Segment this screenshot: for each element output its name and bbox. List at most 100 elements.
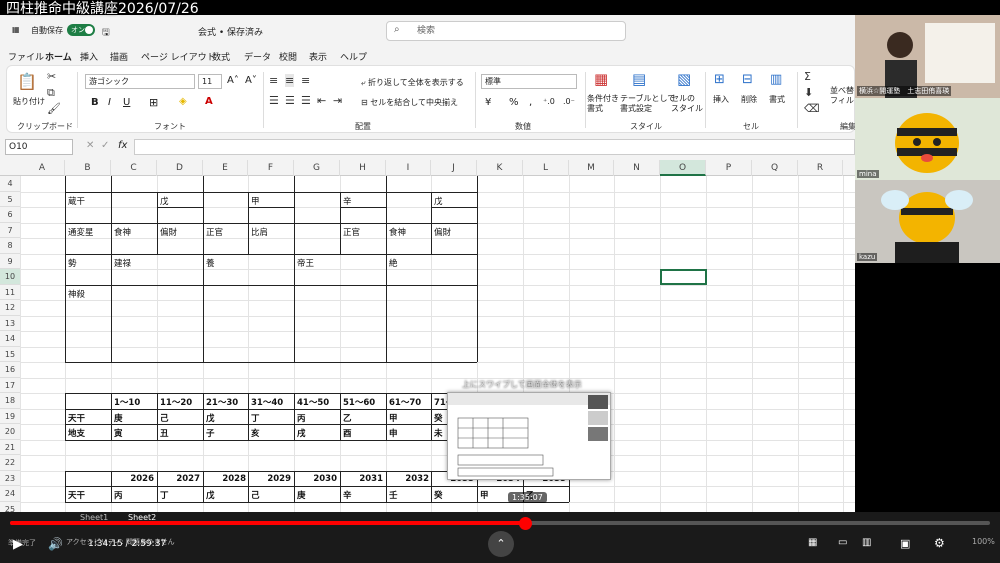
column-header-b[interactable]: B	[65, 160, 111, 176]
captions-icon[interactable]: ▣	[900, 537, 910, 550]
row-header-22[interactable]: 22	[0, 455, 20, 471]
search-input[interactable]: 検索	[386, 21, 626, 41]
underline-icon[interactable]: U	[123, 97, 130, 108]
tab-view[interactable]: 表示	[309, 50, 327, 63]
settings-gear-icon[interactable]: ⚙	[934, 536, 945, 550]
row-header-5[interactable]: 5	[0, 191, 20, 207]
format-painter-icon[interactable]: 🖌	[47, 102, 61, 115]
font-size-select[interactable]: 11	[198, 74, 222, 89]
bold-icon[interactable]: B	[91, 97, 99, 108]
column-header-j[interactable]: J	[431, 160, 477, 176]
number-format-select[interactable]: 標準	[481, 74, 577, 89]
column-header-i[interactable]: I	[386, 160, 431, 176]
row-header-12[interactable]: 12	[0, 300, 20, 316]
column-header-n[interactable]: N	[614, 160, 660, 176]
align-top-icon[interactable]: ≡	[269, 74, 278, 87]
align-center-icon[interactable]: ☰	[285, 94, 295, 107]
copy-icon[interactable]: ⧉	[47, 86, 55, 100]
percent-icon[interactable]: %	[509, 97, 519, 108]
tab-review[interactable]: 校閲	[279, 50, 297, 63]
column-header-d[interactable]: D	[157, 160, 203, 176]
row-header-14[interactable]: 14	[0, 331, 20, 347]
tab-formulas[interactable]: 数式	[212, 50, 230, 63]
chevron-up-icon[interactable]: ⌃	[488, 531, 514, 557]
cancel-icon[interactable]: ✕	[86, 140, 94, 151]
format-cells-label[interactable]: 書式	[769, 94, 785, 105]
decrease-font-icon[interactable]: A˅	[245, 75, 257, 86]
column-header-l[interactable]: L	[523, 160, 569, 176]
align-right-icon[interactable]: ☰	[301, 94, 311, 107]
tab-file[interactable]: ファイル	[8, 50, 44, 63]
row-header-4[interactable]: 4	[0, 176, 20, 192]
conditional-format-label[interactable]: 条件付き 書式	[587, 94, 619, 114]
play-icon[interactable]: ▶	[13, 537, 23, 552]
row-header-6[interactable]: 6	[0, 207, 20, 223]
row-header-19[interactable]: 19	[0, 408, 20, 424]
column-header-o[interactable]: O	[660, 160, 706, 176]
volume-icon[interactable]: 🔊	[48, 537, 63, 551]
tab-help[interactable]: ヘルプ	[340, 50, 367, 63]
delete-cells-icon[interactable]: ⊟	[742, 72, 753, 87]
column-header-k[interactable]: K	[477, 160, 523, 176]
column-header-q[interactable]: Q	[752, 160, 798, 176]
column-header-f[interactable]: F	[248, 160, 294, 176]
conditional-format-icon[interactable]: ▦	[594, 70, 608, 88]
normal-view-icon[interactable]: ▦	[808, 537, 817, 548]
merge-center-button[interactable]: ⊟ セルを結合して中央揃え	[361, 97, 458, 108]
document-name[interactable]: 会式 • 保存済み	[198, 25, 263, 38]
row-header-10[interactable]: 10	[0, 269, 20, 285]
fill-color-icon[interactable]: ◈	[179, 96, 187, 107]
tab-insert[interactable]: 挿入	[80, 50, 98, 63]
formula-input[interactable]	[134, 139, 855, 155]
borders-icon[interactable]: ⊞	[149, 96, 158, 109]
column-header-g[interactable]: G	[294, 160, 340, 176]
row-header-15[interactable]: 15	[0, 346, 20, 362]
italic-icon[interactable]: I	[108, 97, 111, 108]
save-icon[interactable]: 🖫	[102, 25, 110, 41]
row-header-23[interactable]: 23	[0, 470, 20, 486]
align-middle-icon[interactable]: ≡	[285, 74, 295, 87]
row-header-24[interactable]: 24	[0, 486, 20, 502]
format-as-table-label[interactable]: テーブルとして 書式設定	[620, 94, 675, 114]
paste-icon[interactable]: 📋	[17, 72, 37, 91]
row-header-16[interactable]: 16	[0, 362, 20, 378]
row-header-25[interactable]: 25	[0, 501, 20, 512]
sort-filter-label[interactable]: 並べ替 フィル	[830, 86, 854, 106]
column-header-a[interactable]: A	[20, 160, 65, 176]
column-header-m[interactable]: M	[569, 160, 614, 176]
tab-data[interactable]: データ	[244, 50, 271, 63]
comma-icon[interactable]: ,	[529, 97, 532, 108]
row-header-8[interactable]: 8	[0, 238, 20, 254]
row-header-20[interactable]: 20	[0, 424, 20, 440]
column-header-h[interactable]: H	[340, 160, 386, 176]
column-header-e[interactable]: E	[203, 160, 248, 176]
row-header-21[interactable]: 21	[0, 439, 20, 455]
column-header-r[interactable]: R	[798, 160, 843, 176]
row-header-18[interactable]: 18	[0, 393, 20, 409]
row-header-9[interactable]: 9	[0, 253, 20, 269]
row-header-7[interactable]: 7	[0, 222, 20, 238]
decrease-decimal-icon[interactable]: .0⁻	[563, 97, 575, 106]
page-break-icon[interactable]: ▥	[862, 537, 871, 548]
row-header-13[interactable]: 13	[0, 315, 20, 331]
currency-icon[interactable]: ¥	[485, 97, 491, 108]
fill-icon[interactable]: ⬇	[804, 86, 813, 99]
increase-decimal-icon[interactable]: ⁺.0	[543, 97, 555, 106]
format-cells-icon[interactable]: ▥	[770, 72, 782, 87]
row-header-17[interactable]: 17	[0, 377, 20, 393]
format-as-table-icon[interactable]: ▤	[632, 70, 646, 88]
column-header-c[interactable]: C	[111, 160, 157, 176]
align-left-icon[interactable]: ☰	[269, 94, 279, 107]
cut-icon[interactable]: ✂	[47, 70, 56, 83]
tab-draw[interactable]: 描画	[110, 50, 128, 63]
page-layout-icon[interactable]: ▭	[838, 537, 847, 548]
column-header-p[interactable]: P	[706, 160, 752, 176]
insert-cells-icon[interactable]: ⊞	[714, 72, 725, 87]
wrap-text-button[interactable]: ⤶ 折り返して全体を表示する	[361, 77, 464, 88]
row-header-11[interactable]: 11	[0, 284, 20, 300]
align-bottom-icon[interactable]: ≡	[301, 74, 310, 87]
paste-label[interactable]: 貼り付け	[13, 96, 45, 107]
cell-styles-label[interactable]: セルの スタイル	[671, 94, 703, 114]
active-cell[interactable]	[660, 269, 707, 285]
insert-cells-label[interactable]: 挿入	[713, 94, 729, 105]
